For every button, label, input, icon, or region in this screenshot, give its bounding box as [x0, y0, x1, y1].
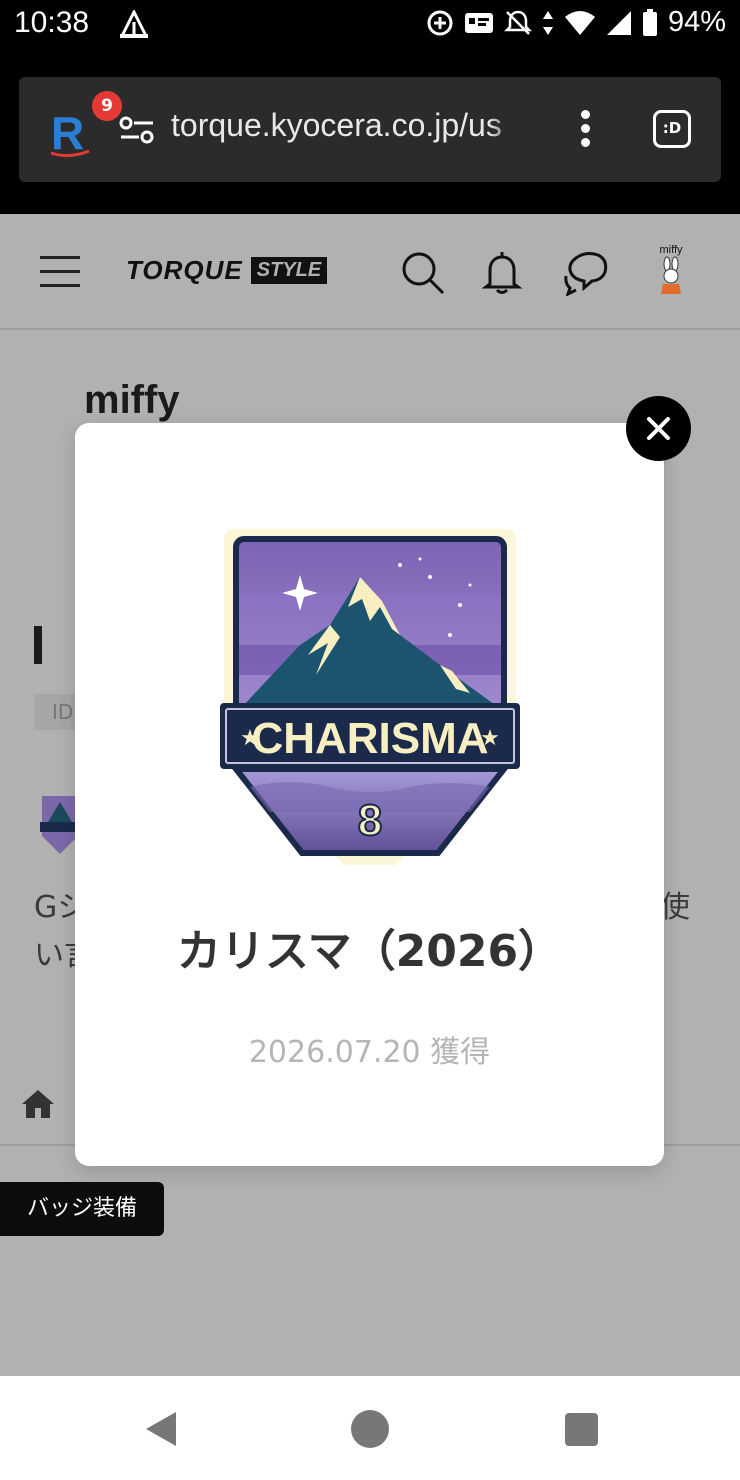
- wifi-icon: [564, 10, 595, 35]
- svg-text:★: ★: [480, 726, 500, 751]
- recents-button[interactable]: [565, 1413, 598, 1446]
- url-text[interactable]: torque.kyocera.co.jp/us: [171, 107, 517, 144]
- battery-percentage: 94%: [667, 6, 726, 38]
- url-fade: [489, 102, 519, 152]
- browser-chrome: R 9 torque.kyocera.co.jp/us :D: [0, 52, 740, 214]
- address-bar[interactable]: R 9 torque.kyocera.co.jp/us :D: [19, 77, 721, 182]
- miffy-avatar-icon: [661, 256, 681, 294]
- profile-username: miffy: [84, 378, 180, 422]
- badge-acquired-date: 2026.07.20 獲得: [248, 1035, 491, 1070]
- home-icon[interactable]: [20, 1088, 56, 1120]
- data-saver-icon: [427, 10, 453, 35]
- battery-icon: [642, 8, 657, 36]
- name-bar: [34, 626, 42, 664]
- camp-icon: [120, 10, 148, 38]
- close-icon: [647, 417, 670, 440]
- badge-number: 8: [358, 796, 382, 845]
- charisma-badge-icon: CHARISMA ★ ★ 8: [220, 529, 520, 865]
- svg-text:R: R: [51, 107, 84, 159]
- avatar-label: miffy: [659, 244, 683, 256]
- extension-badge: 9: [92, 91, 122, 121]
- badge-title: カリスマ（2026）: [176, 926, 563, 977]
- site-settings-icon[interactable]: [119, 115, 155, 145]
- data-arrows-icon: [542, 10, 553, 35]
- user-avatar[interactable]: miffy: [650, 244, 692, 314]
- status-time: 10:38: [14, 6, 90, 39]
- svg-text:★: ★: [240, 726, 260, 751]
- status-icons: 94%: [426, 6, 726, 39]
- tab-switcher-button[interactable]: :D: [653, 110, 691, 148]
- mini-badge-icon[interactable]: [40, 792, 80, 856]
- badge-modal: CHARISMA ★ ★ 8 カリスマ（2026） 2026.07.20 獲得: [75, 423, 664, 1166]
- system-nav-bar: [0, 1376, 740, 1480]
- status-bar: 10:38 94%: [0, 0, 740, 52]
- notifications-off-icon: [503, 10, 532, 35]
- bell-icon[interactable]: [478, 248, 526, 296]
- close-modal-button[interactable]: [626, 396, 691, 461]
- logo-style: STYLE: [250, 256, 328, 284]
- card-icon: [464, 12, 493, 33]
- home-button[interactable]: [351, 1410, 389, 1448]
- equip-badge-button[interactable]: バッジ装備: [0, 1182, 164, 1236]
- logo-torque: TORQUE: [126, 254, 243, 285]
- chat-icon[interactable]: [562, 248, 610, 296]
- search-icon[interactable]: [398, 248, 446, 296]
- rakuten-extension-icon[interactable]: R: [49, 103, 95, 159]
- site-logo[interactable]: TORQUE STYLE: [126, 254, 328, 285]
- site-header: TORQUE STYLE miffy: [0, 214, 740, 330]
- hamburger-menu-icon[interactable]: [40, 256, 80, 288]
- back-icon[interactable]: [142, 1410, 180, 1448]
- signal-icon: [606, 10, 631, 35]
- more-menu-icon[interactable]: [575, 107, 595, 153]
- badge-word: CHARISMA: [251, 714, 488, 763]
- desc-line-1-end: 使: [660, 890, 690, 925]
